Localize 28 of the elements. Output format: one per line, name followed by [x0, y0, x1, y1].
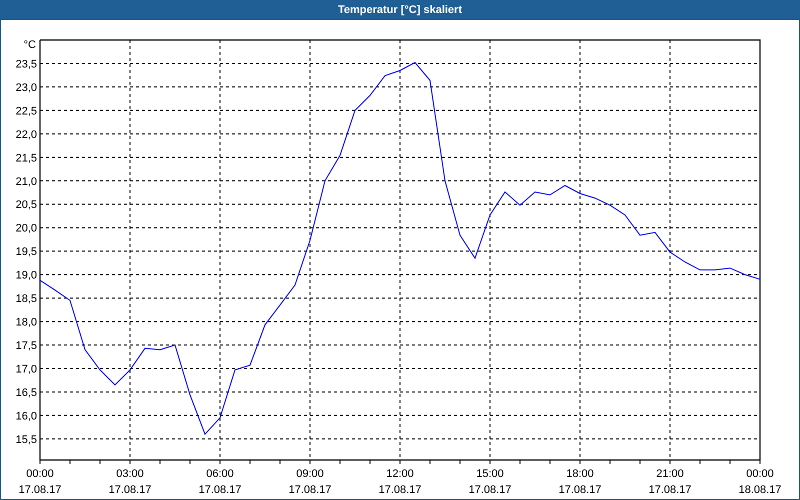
tick-label: 19,5 [16, 246, 37, 258]
tick-label: 23,0 [16, 82, 37, 94]
tick-label: 16,5 [16, 386, 37, 399]
tick-label: 21:00 17.08.17 [648, 468, 692, 496]
tick-label: 21,5 [16, 152, 37, 164]
tick-label: 00:00 18.08.17 [738, 468, 782, 496]
tick-label: 17,5 [16, 340, 37, 352]
tick-label: 23,5 [16, 58, 37, 70]
tick-label: 19,0 [16, 270, 37, 282]
tick-label: 21,0 [16, 176, 37, 188]
tick-label: 18,5 [16, 293, 37, 306]
tick-label: 18:00 17.08.17 [558, 468, 602, 496]
tick-label: 09:00 17.08.17 [288, 468, 332, 496]
window-title: Temperatur [°C] skaliert [338, 2, 462, 18]
tick-label: 12:00 17.08.17 [378, 468, 422, 496]
tick-label: 18,0 [16, 316, 37, 329]
axis-label: °C [24, 39, 36, 51]
tick-label: 15,5 [16, 434, 37, 446]
tick-label: 16,0 [16, 410, 37, 422]
tick-label: 17,0 [16, 364, 37, 376]
tick-label: 22,0 [16, 128, 37, 141]
tick-label: 20,0 [16, 222, 37, 235]
tick-label: 06:00 17.08.17 [198, 468, 242, 496]
tick-label: 03:00 17.08.17 [108, 468, 152, 496]
tick-label: 20,5 [16, 199, 37, 212]
tick-label: 00:00 17.08.17 [18, 468, 62, 496]
tick-label: 15:00 17.08.17 [468, 468, 512, 496]
tick-label: 22,5 [16, 105, 37, 118]
